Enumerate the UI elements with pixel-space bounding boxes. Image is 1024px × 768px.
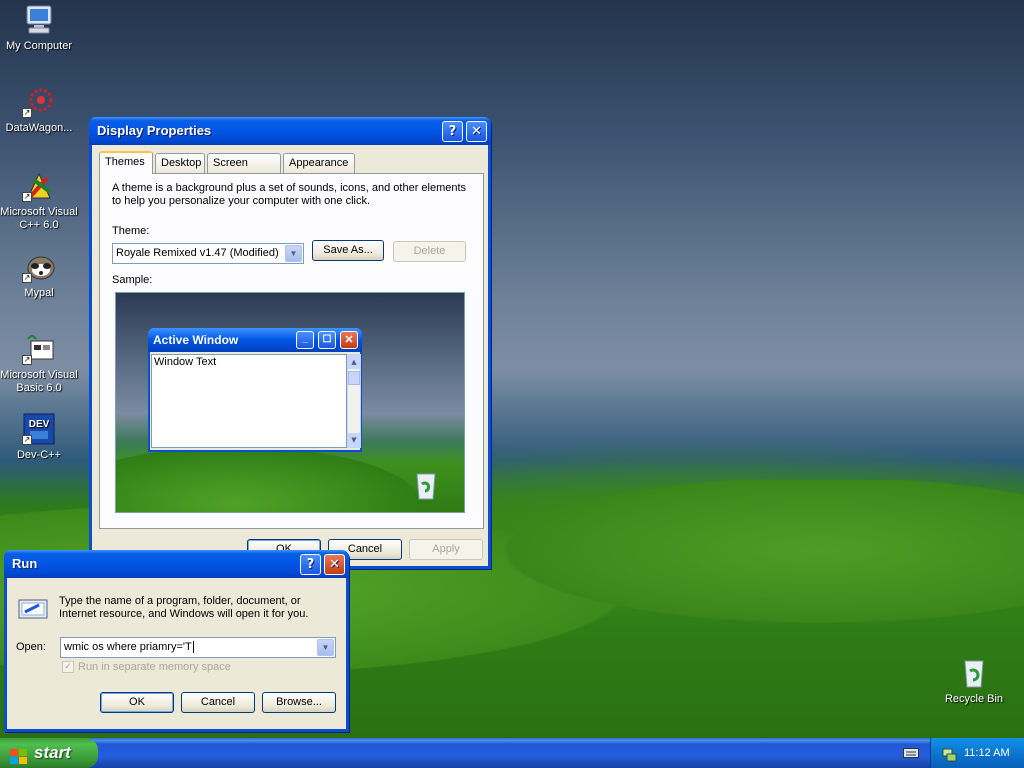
theme-sample-preview: Active Window _ ☐ ✕ Window Text ▲ ▼ — [115, 292, 465, 513]
desktop-icon-label: Recycle Bin — [944, 693, 1004, 705]
tab-desktop[interactable]: Desktop — [155, 153, 205, 173]
help-button[interactable]: ? — [300, 554, 321, 575]
desktop-icon-my-computer[interactable]: My Computer — [0, 4, 78, 53]
window-title: Run — [12, 556, 38, 571]
visual-cpp-icon: ↗ — [22, 170, 56, 202]
keyboard-icon[interactable] — [903, 746, 919, 759]
desktop-icon-visual-cpp[interactable]: ↗ Microsoft Visual C++ 6.0 — [0, 170, 78, 232]
desktop-icon-label: Microsoft Visual C++ 6.0 — [0, 206, 78, 231]
tab-themes[interactable]: Themes — [99, 151, 153, 174]
cancel-button[interactable]: Cancel — [181, 692, 255, 713]
open-input-value: wmic os where priamry='T — [64, 641, 192, 653]
desktop-icon-label: Microsoft Visual Basic 6.0 — [0, 369, 78, 394]
run-description: Type the name of a program, folder, docu… — [59, 595, 309, 620]
theme-label: Theme: — [112, 225, 150, 237]
display-properties-window: Display Properties ? ✕ Themes Desktop Sc… — [89, 117, 491, 569]
minimize-icon: _ — [296, 331, 314, 349]
shortcut-arrow-icon: ↗ — [22, 192, 32, 202]
run-dialog: Run ? ✕ Type the name of a program, fold… — [4, 550, 349, 732]
close-button[interactable]: ✕ — [466, 121, 487, 142]
start-button[interactable]: start — [0, 738, 98, 768]
chevron-down-icon[interactable]: ▼ — [285, 245, 302, 262]
ok-button[interactable]: OK — [100, 692, 174, 713]
desktop-icon-label: DataWagon... — [5, 122, 73, 134]
sample-scrollbar: ▲ ▼ — [347, 354, 361, 448]
themes-description: A theme is a background plus a set of so… — [112, 182, 467, 207]
open-label: Open: — [16, 641, 46, 653]
sample-window-title: Active Window — [153, 333, 239, 347]
delete-button[interactable]: Delete — [393, 241, 466, 262]
tab-panel-themes: A theme is a background plus a set of so… — [99, 173, 484, 529]
scroll-down-icon: ▼ — [348, 433, 360, 447]
window-title: Display Properties — [97, 123, 212, 138]
visual-basic-icon: ↗ — [22, 333, 56, 365]
sample-active-window: Active Window _ ☐ ✕ Window Text ▲ ▼ — [148, 328, 362, 452]
title-bar[interactable]: Run ? ✕ — [4, 550, 349, 578]
computer-icon — [22, 4, 56, 36]
shortcut-arrow-icon: ↗ — [22, 435, 32, 445]
recycle-bin-icon — [957, 657, 991, 689]
shortcut-arrow-icon: ↗ — [22, 273, 32, 283]
theme-select[interactable]: Royale Remixed v1.47 (Modified) ▼ — [112, 243, 304, 264]
sample-window-text: Window Text — [154, 356, 217, 368]
start-label: start — [34, 743, 71, 762]
help-button[interactable]: ? — [442, 121, 463, 142]
theme-select-value: Royale Remixed v1.47 (Modified) — [116, 247, 279, 259]
desktop-icon-recycle-bin[interactable]: Recycle Bin — [935, 657, 1013, 706]
shortcut-arrow-icon: ↗ — [22, 355, 32, 365]
dev-cpp-icon: DEV ↗ — [22, 413, 56, 445]
tab-appearance[interactable]: Appearance — [283, 153, 355, 173]
open-input[interactable]: wmic os where priamry='T ▼ — [60, 637, 336, 658]
desktop-icon-mypal[interactable]: ↗ Mypal — [0, 251, 78, 300]
shortcut-arrow-icon: ↗ — [22, 108, 32, 118]
svg-text:DEV: DEV — [29, 419, 50, 430]
maximize-icon: ☐ — [318, 331, 336, 349]
chevron-down-icon[interactable]: ▼ — [317, 639, 334, 656]
raccoon-icon: ↗ — [22, 251, 56, 283]
title-bar[interactable]: Display Properties ? ✕ — [89, 117, 491, 145]
desktop-icon-datawagon[interactable]: ↗ DataWagon... — [0, 86, 78, 135]
scroll-up-icon: ▲ — [348, 355, 360, 369]
desktop-icon-label: My Computer — [5, 40, 73, 52]
close-icon: ✕ — [340, 331, 358, 349]
clock[interactable]: 11:12 AM — [964, 738, 1010, 768]
close-button[interactable]: ✕ — [324, 554, 345, 575]
sample-recycle-bin-icon — [412, 471, 440, 501]
network-icon[interactable] — [941, 745, 957, 762]
apply-button[interactable]: Apply — [409, 539, 483, 560]
windows-flag-icon — [10, 745, 28, 764]
separate-memory-checkbox[interactable]: ✓ — [62, 661, 74, 673]
sample-text-area: Window Text — [151, 354, 347, 448]
desktop-icon-label: Dev-C++ — [16, 449, 62, 461]
scroll-thumb — [348, 371, 360, 385]
desktop-icon-label: Mypal — [24, 287, 54, 299]
browse-button[interactable]: Browse... — [262, 692, 336, 713]
run-icon — [17, 596, 51, 622]
taskbar: start 11:12 AM — [0, 738, 1024, 768]
desktop-icon-dev-cpp[interactable]: DEV ↗ Dev-C++ — [0, 413, 78, 462]
sample-title-bar: Active Window _ ☐ ✕ — [148, 328, 362, 352]
system-tray: 11:12 AM — [930, 738, 1024, 768]
text-caret — [192, 641, 194, 653]
tab-strip: Themes Desktop Screen Saver Appearance — [99, 151, 479, 188]
datawagon-icon: ↗ — [22, 86, 56, 118]
sample-label: Sample: — [112, 274, 153, 286]
save-as-button[interactable]: Save As... — [312, 240, 384, 261]
desktop-icon-visual-basic[interactable]: ↗ Microsoft Visual Basic 6.0 — [0, 333, 78, 395]
tab-screen-saver[interactable]: Screen Saver — [207, 153, 281, 188]
separate-memory-label: Run in separate memory space — [78, 661, 231, 673]
